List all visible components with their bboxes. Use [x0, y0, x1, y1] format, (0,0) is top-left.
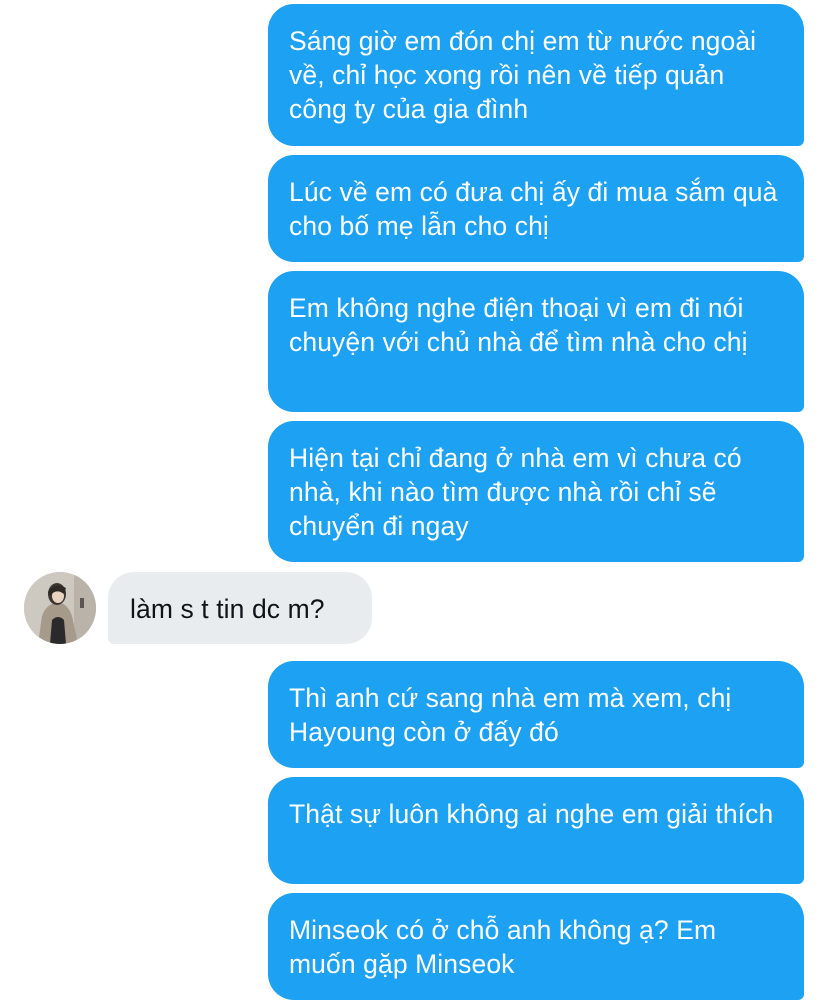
sent-message-bubble[interactable]: Sáng giờ em đón chị em từ nước ngoài về,… [268, 4, 804, 146]
sent-message-bubble[interactable]: Minseok có ở chỗ anh không ạ? Em muốn gặ… [268, 893, 804, 1000]
sent-message-bubble[interactable]: Em không nghe điện thoại vì em đi nói ch… [268, 271, 804, 412]
sent-message-bubble[interactable]: Lúc về em có đưa chị ấy đi mua sắm quà c… [268, 155, 804, 262]
received-message-bubble[interactable]: làm s t tin dc m? [108, 572, 372, 644]
user-avatar-photo-icon [24, 572, 96, 644]
sent-message-bubble[interactable]: Thật sự luôn không ai nghe em giải thích [268, 777, 804, 884]
contact-avatar[interactable] [24, 572, 96, 644]
sent-message-bubble[interactable]: Thì anh cứ sang nhà em mà xem, chị Hayou… [268, 661, 804, 768]
sent-message-bubble[interactable]: Hiện tại chỉ đang ở nhà em vì chưa có nh… [268, 421, 804, 562]
